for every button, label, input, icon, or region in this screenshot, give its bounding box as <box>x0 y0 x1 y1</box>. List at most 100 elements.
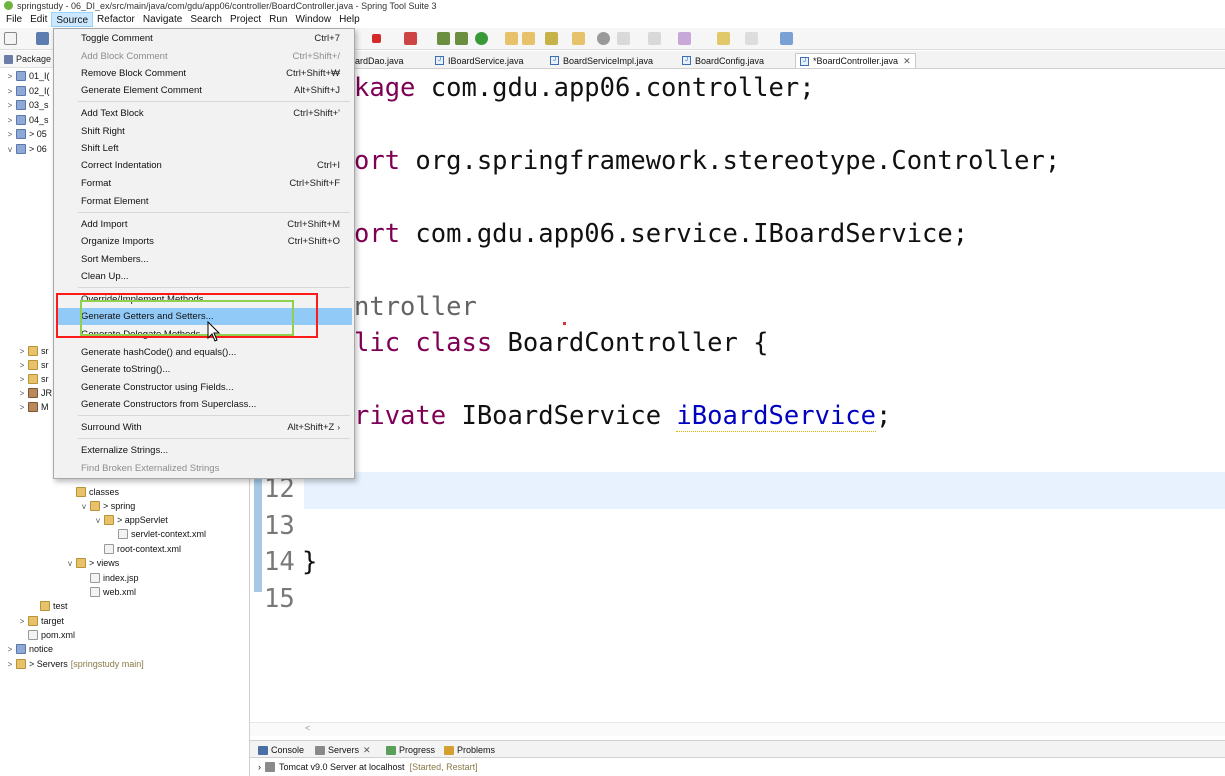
tree-item[interactable]: v > appServlet <box>94 513 168 527</box>
editor-tab[interactable]: J BoardConfig.java <box>682 53 764 68</box>
editor-tab[interactable]: J *BoardController.java ✕ <box>795 53 916 68</box>
open-type-icon[interactable] <box>437 32 450 45</box>
menu-item-shift-right[interactable]: Shift Right <box>56 123 352 140</box>
close-icon[interactable]: ✕ <box>903 56 911 67</box>
menu-run[interactable]: Run <box>265 12 291 27</box>
collapsed-arrow-icon[interactable]: > <box>6 130 14 139</box>
collapsed-arrow-icon[interactable]: > <box>18 361 26 370</box>
menu-item-format-element[interactable]: Format Element <box>56 193 352 210</box>
tab-problems[interactable]: Problems <box>444 743 495 757</box>
menu-item-generate-hashcode-and-equals[interactable]: Generate hashCode() and equals()... <box>56 344 352 361</box>
server-entry[interactable]: › Tomcat v9.0 Server at localhost [Start… <box>258 760 478 774</box>
collapsed-arrow-icon[interactable]: > <box>6 87 14 96</box>
menu-item-format[interactable]: Format Ctrl+Shift+F <box>56 175 352 192</box>
pen-icon[interactable] <box>545 32 558 45</box>
tab-servers[interactable]: Servers ✕ <box>315 743 371 757</box>
editor-tab[interactable]: J IBoardService.java <box>435 53 524 68</box>
editor-horizontal-scrollbar[interactable]: < <box>250 722 1225 736</box>
menu-item-remove-block-comment[interactable]: Remove Block Comment Ctrl+Shift+₩ <box>56 65 352 82</box>
tree-item[interactable]: >03_s <box>6 98 49 112</box>
expand-arrow-icon[interactable]: › <box>258 762 261 772</box>
run-icon[interactable] <box>475 32 488 45</box>
folder-icon[interactable] <box>572 32 585 45</box>
expanded-arrow-icon[interactable]: v <box>80 502 88 511</box>
tree-item[interactable]: test <box>30 599 68 613</box>
menu-item-correct-indentation[interactable]: Correct Indentation Ctrl+I <box>56 157 352 174</box>
close-icon[interactable]: ✕ <box>363 745 371 756</box>
collapsed-arrow-icon[interactable]: > <box>6 645 14 654</box>
tree-item[interactable]: > > 05 <box>6 127 47 141</box>
menu-search[interactable]: Search <box>186 12 226 27</box>
collapsed-arrow-icon[interactable]: > <box>18 389 26 398</box>
tree-item[interactable]: pom.xml <box>18 628 75 642</box>
code-line-closing-brace[interactable]: } <box>302 547 317 577</box>
collapsed-arrow-icon[interactable]: > <box>18 617 26 626</box>
expanded-arrow-icon[interactable]: v <box>94 516 102 525</box>
collapsed-arrow-icon[interactable]: > <box>6 72 14 81</box>
tree-item[interactable]: v > views <box>66 556 119 570</box>
menu-item-organize-imports[interactable]: Organize Imports Ctrl+Shift+O <box>56 233 352 250</box>
tree-item[interactable]: > > Servers [springstudy main] <box>6 657 144 671</box>
forward-icon[interactable] <box>745 32 758 45</box>
menu-item-generate-constructor-using-fields[interactable]: Generate Constructor using Fields... <box>56 379 352 396</box>
code-line-import-service[interactable]: ort com.gdu.app06.service.IBoardService; <box>354 219 968 249</box>
scroll-left-arrow-icon[interactable]: < <box>305 723 310 733</box>
menu-navigate[interactable]: Navigate <box>139 12 186 27</box>
tree-item[interactable]: index.jsp <box>80 571 139 585</box>
collapsed-arrow-icon[interactable]: > <box>6 101 14 110</box>
tree-item[interactable]: root-context.xml <box>94 542 181 556</box>
menu-refactor[interactable]: Refactor <box>93 12 139 27</box>
expanded-arrow-icon[interactable]: v <box>66 559 74 568</box>
menu-help[interactable]: Help <box>335 12 364 27</box>
collapsed-arrow-icon[interactable]: > <box>18 403 26 412</box>
code-line-import-controller[interactable]: ort org.springframework.stereotype.Contr… <box>354 146 1060 176</box>
menu-item-externalize-strings[interactable]: Externalize Strings... <box>56 442 352 459</box>
code-editor[interactable]: kage com.gdu.app06.controller; ort org.s… <box>250 69 1225 724</box>
menu-project[interactable]: Project <box>226 12 265 27</box>
menu-item-generate-tostring[interactable]: Generate toString()... <box>56 361 352 378</box>
expanded-arrow-icon[interactable]: v <box>6 145 14 154</box>
tree-item[interactable]: > sr <box>18 372 49 386</box>
menu-item-generate-element-comment[interactable]: Generate Element Comment Alt+Shift+J <box>56 82 352 99</box>
code-line-field-declaration[interactable]: rivate IBoardService iBoardService; <box>354 401 891 432</box>
menu-item-surround-with[interactable]: Surround With Alt+Shift+Z › <box>56 419 352 436</box>
tree-item[interactable]: > target <box>18 614 64 628</box>
tree-item[interactable]: v > 06 <box>6 142 47 156</box>
menu-item-add-import[interactable]: Add Import Ctrl+Shift+M <box>56 216 352 233</box>
tree-item[interactable]: > M <box>18 400 49 414</box>
menu-item-sort-members[interactable]: Sort Members... <box>56 251 352 268</box>
menu-item-shift-left[interactable]: Shift Left <box>56 140 352 157</box>
menu-window[interactable]: Window <box>291 12 335 27</box>
last-edit-icon[interactable] <box>678 32 691 45</box>
next-annotation-icon[interactable] <box>617 32 630 45</box>
menu-item-toggle-comment[interactable]: Toggle Comment Ctrl+7 <box>56 30 352 47</box>
collapsed-arrow-icon[interactable]: > <box>6 116 14 125</box>
tree-item[interactable]: servlet-context.xml <box>108 527 206 541</box>
collapsed-arrow-icon[interactable]: > <box>18 375 26 384</box>
new-icon[interactable] <box>4 32 17 45</box>
save-icon[interactable] <box>36 32 49 45</box>
stop-icon[interactable] <box>372 34 381 43</box>
open-task-icon[interactable] <box>455 32 468 45</box>
tab-console[interactable]: Console <box>258 743 304 757</box>
debug-icon[interactable] <box>404 32 417 45</box>
menu-edit[interactable]: Edit <box>26 12 51 27</box>
tree-item[interactable]: >04_s <box>6 113 49 127</box>
tree-item[interactable]: >01_I( <box>6 69 50 83</box>
toggle-mark-icon[interactable] <box>597 32 610 45</box>
search-icon[interactable] <box>522 32 535 45</box>
editor-tab[interactable]: oardDao.java <box>350 53 404 68</box>
collapsed-arrow-icon[interactable]: > <box>18 347 26 356</box>
code-line-class-declaration[interactable]: lic class BoardController { <box>354 328 769 358</box>
menu-item-clean-up[interactable]: Clean Up... <box>56 268 352 285</box>
tree-item[interactable]: v > spring <box>80 499 135 513</box>
tab-progress[interactable]: Progress <box>386 743 435 757</box>
tree-item[interactable]: > notice <box>6 642 53 656</box>
back-icon[interactable] <box>717 32 730 45</box>
code-line-annotation[interactable]: ntroller <box>354 292 477 322</box>
tree-item[interactable]: classes <box>66 485 119 499</box>
tree-item[interactable]: > JR <box>18 386 52 400</box>
menu-source[interactable]: Source <box>51 11 94 27</box>
tree-item[interactable]: >02_I( <box>6 84 50 98</box>
menu-file[interactable]: File <box>2 12 26 27</box>
